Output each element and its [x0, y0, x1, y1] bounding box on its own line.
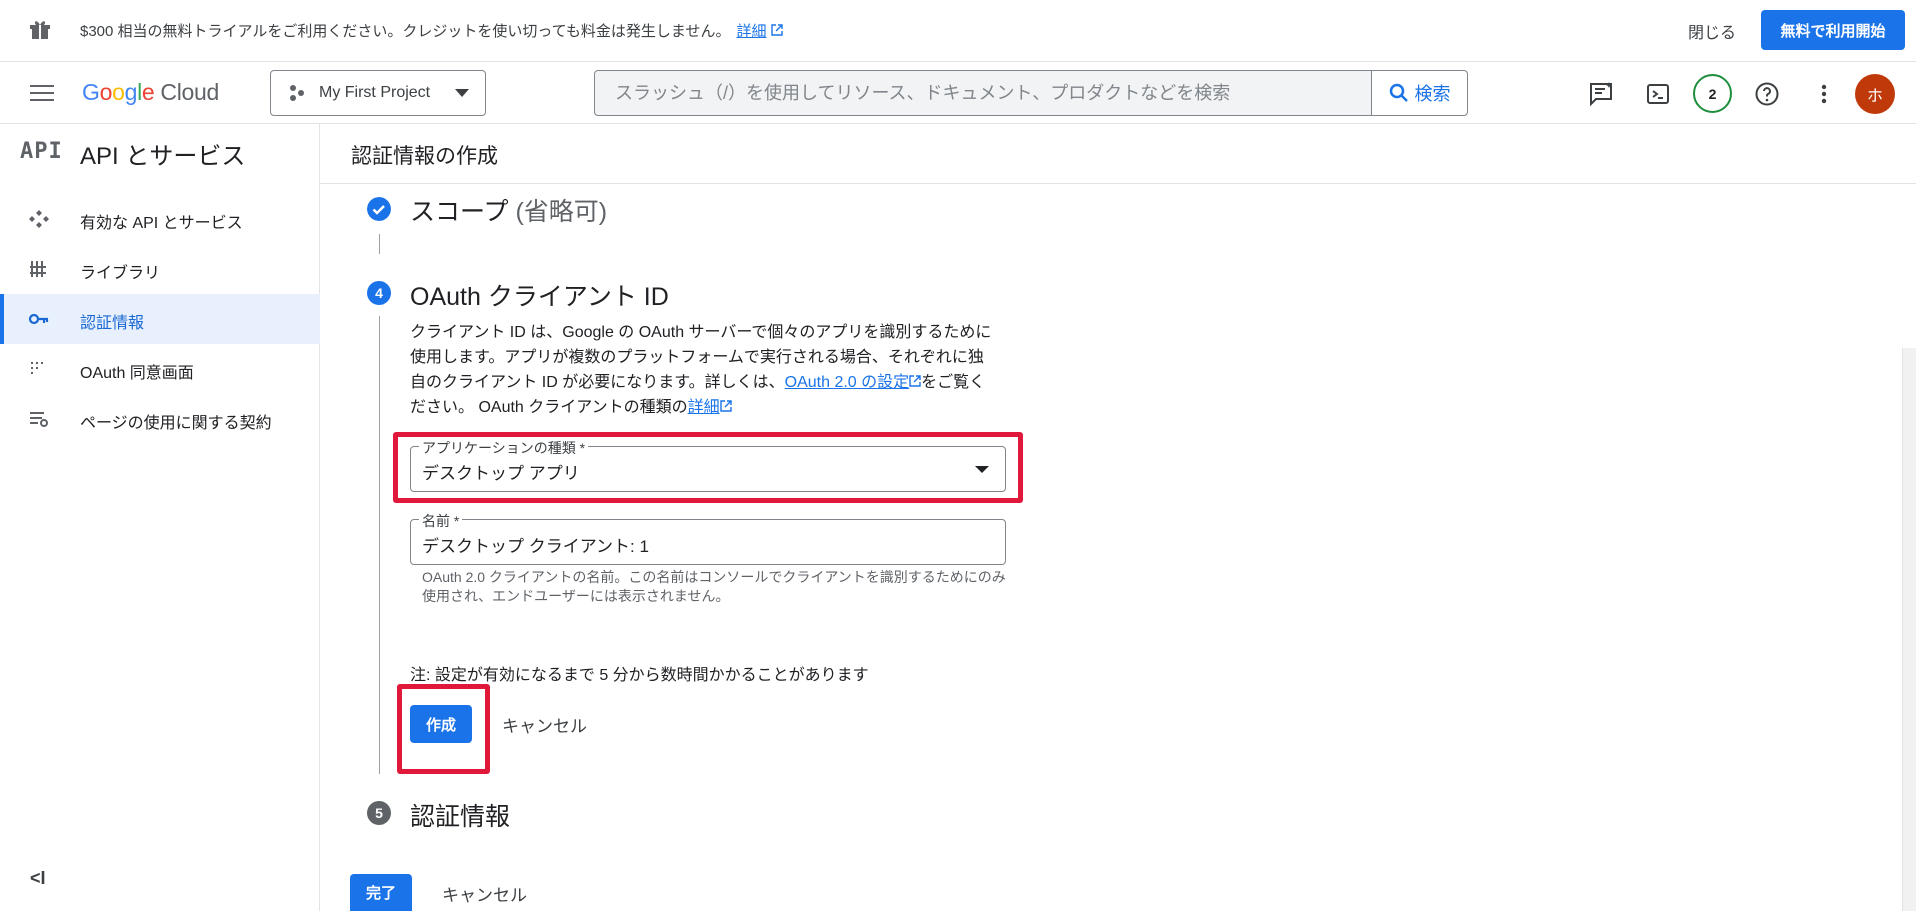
account-avatar[interactable]: ホ	[1855, 74, 1895, 114]
key-icon	[28, 313, 49, 325]
step-oauth-client-title: OAuth クライアント ID	[410, 283, 669, 311]
step-5-number: 5	[367, 801, 391, 825]
search-icon	[1389, 83, 1408, 102]
step-credentials-title: 認証情報	[410, 803, 511, 831]
search-input[interactable]	[595, 71, 1371, 115]
sidebar-item-label: OAuth 同意画面	[80, 365, 194, 382]
cancel-button[interactable]: キャンセル	[502, 712, 587, 737]
settings-delay-note: 注: 設定が有効になるまで 5 分から数時間かかることがあります	[410, 667, 869, 684]
client-name-value: デスクトップ クライアント: 1	[422, 537, 649, 556]
chevron-down-icon	[455, 89, 469, 97]
page-header: 認証情報の作成	[320, 124, 1916, 184]
more-vert-icon[interactable]	[1811, 81, 1837, 107]
client-name-helper: OAuth 2.0 クライアントの名前。この名前はコンソールでクライアントを識別…	[422, 569, 1006, 604]
gift-icon	[30, 21, 50, 39]
notifications-badge[interactable]: 2	[1693, 74, 1732, 113]
client-name-field[interactable]: 名前 * デスクトップ クライアント: 1	[410, 511, 1006, 565]
external-link-icon	[719, 400, 732, 412]
page-title: 認証情報の作成	[351, 145, 498, 168]
sidebar: API API とサービス 有効な API とサービス ライブラリ 認証情報 O…	[0, 124, 320, 911]
sidebar-item-library[interactable]: ライブラリ	[0, 244, 320, 294]
sidebar-item-page-agreements[interactable]: ページの使用に関する契約	[0, 394, 320, 444]
search-bar: 検索	[594, 70, 1468, 116]
cloud-shell-icon[interactable]	[1645, 81, 1671, 107]
done-button[interactable]: 完了	[350, 874, 412, 911]
top-bar: GoogleCloud My First Project 検索 2 ホ	[0, 62, 1916, 124]
check-circle-icon	[367, 197, 391, 221]
highlight-app-type	[393, 432, 1023, 503]
step-connector	[379, 234, 380, 254]
collapse-sidebar-button[interactable]: <I	[30, 868, 46, 889]
main-menu-icon[interactable]	[30, 82, 54, 104]
client-name-label: 名前 *	[419, 511, 463, 531]
library-icon	[30, 261, 46, 277]
consent-screen-icon	[31, 362, 43, 374]
oauth-settings-link[interactable]: OAuth 2.0 の設定	[785, 374, 910, 391]
external-link-icon	[770, 24, 783, 36]
feedback-icon[interactable]	[1588, 81, 1614, 107]
sidebar-item-enabled-apis[interactable]: 有効な API とサービス	[0, 194, 320, 244]
start-trial-button[interactable]: 無料で利用開始	[1761, 10, 1905, 50]
sidebar-title: API とサービス	[80, 143, 246, 170]
scrollbar[interactable]	[1902, 348, 1916, 911]
banner-details-link[interactable]: 詳細	[736, 23, 766, 40]
step-connector	[379, 316, 380, 774]
sidebar-item-label: ページの使用に関する契約	[80, 415, 272, 432]
project-name: My First Project	[319, 84, 431, 101]
page-agreements-icon	[30, 412, 48, 427]
search-button[interactable]: 検索	[1371, 71, 1467, 115]
external-link-icon	[909, 375, 921, 387]
project-icon	[290, 85, 304, 101]
client-type-details-link[interactable]: 詳細	[688, 399, 720, 416]
sidebar-item-credentials[interactable]: 認証情報	[0, 294, 320, 344]
project-picker[interactable]: My First Project	[270, 70, 486, 116]
sidebar-item-label: 有効な API とサービス	[80, 215, 243, 232]
oauth-description: クライアント ID は、Google の OAuth サーバーで個々のアプリを識…	[410, 324, 992, 416]
step-4-number: 4	[367, 281, 391, 305]
trial-banner: $300 相当の無料トライアルをご利用ください。クレジットを使い切っても料金は発…	[0, 0, 1916, 62]
sidebar-item-oauth-consent[interactable]: OAuth 同意画面	[0, 344, 320, 394]
bottom-cancel-button[interactable]: キャンセル	[442, 881, 527, 906]
enabled-apis-icon	[29, 210, 49, 228]
sidebar-item-label: 認証情報	[80, 315, 145, 332]
banner-message: $300 相当の無料トライアルをご利用ください。クレジットを使い切っても料金は発…	[80, 20, 783, 41]
help-icon[interactable]	[1754, 81, 1780, 107]
google-cloud-logo[interactable]: Google Cloud	[82, 79, 219, 106]
banner-close-button[interactable]: 閉じる	[1688, 19, 1736, 43]
sidebar-item-label: ライブラリ	[80, 265, 161, 282]
step-scope-title: スコープ (省略可)	[410, 198, 608, 226]
sidebar-header: API API とサービス	[0, 124, 320, 180]
highlight-create	[397, 684, 490, 774]
api-logo-icon: API	[20, 139, 63, 164]
